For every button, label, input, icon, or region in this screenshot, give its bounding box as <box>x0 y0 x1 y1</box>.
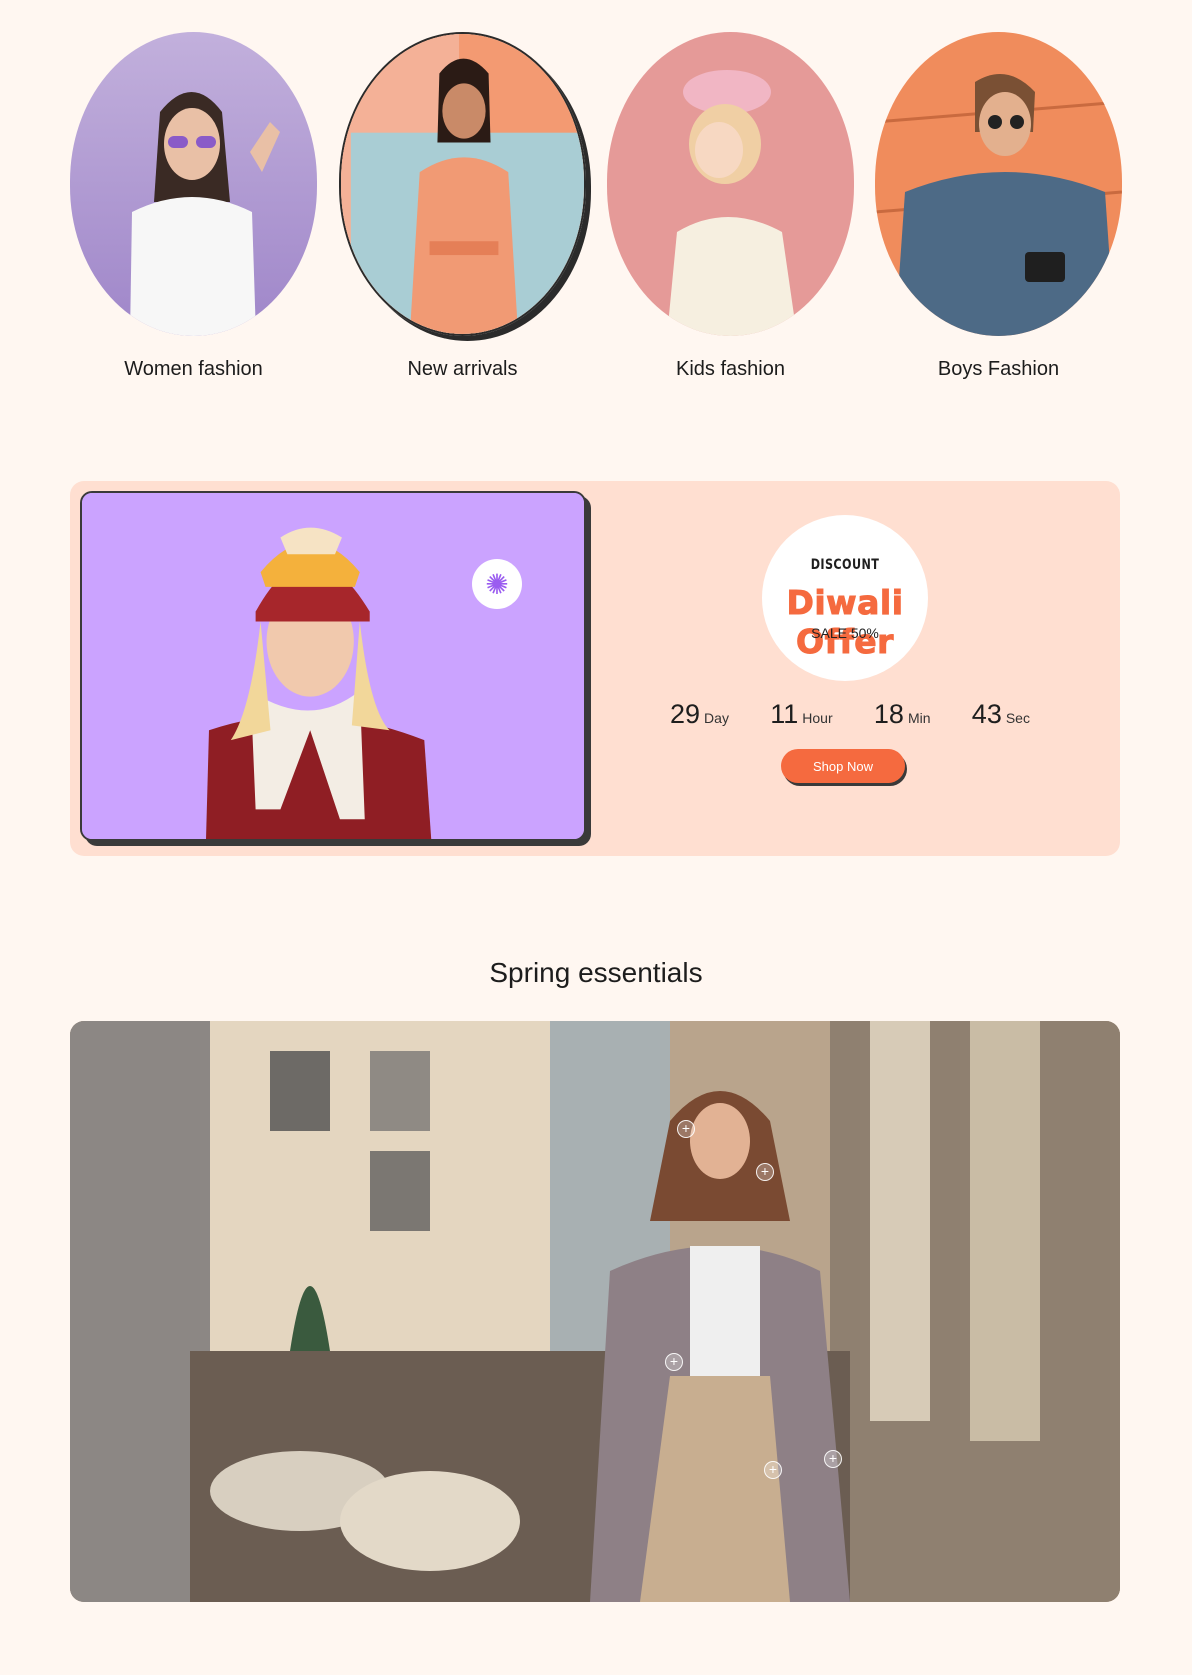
offer-title: Diwali Offer <box>786 583 904 662</box>
offer-banner: ✺ DISCOUNT Diwali Offer SALE 50% 29 Day 1… <box>70 481 1120 856</box>
discount-badge: DISCOUNT Diwali Offer SALE 50% <box>762 515 928 681</box>
sparkle-icon: ✺ <box>472 559 522 609</box>
countdown-min: 18 Min <box>874 699 931 730</box>
category-label[interactable]: Kids fashion <box>607 358 854 381</box>
page: Women fashion New arrivals Kids fashion … <box>0 0 1192 1675</box>
countdown-unit: Day <box>704 710 729 726</box>
category-label[interactable]: Women fashion <box>70 358 317 381</box>
offer-model-photo[interactable]: ✺ <box>80 491 586 841</box>
section-title: Spring essentials <box>489 957 703 988</box>
countdown-value: 29 <box>670 699 701 729</box>
countdown-unit: Hour <box>802 710 833 726</box>
countdown-unit: Min <box>907 710 931 726</box>
badge-label: DISCOUNT <box>810 557 880 573</box>
hotspot-plus-icon[interactable]: + <box>824 1450 842 1468</box>
category-label[interactable]: Boys Fashion <box>875 358 1122 381</box>
spring-hero-photo[interactable]: + + + + + <box>70 1021 1120 1602</box>
hotspot-plus-icon[interactable]: + <box>677 1120 695 1138</box>
countdown-sec: 43 Sec <box>972 699 1030 730</box>
countdown-timer: 29 Day 11 Hour 18 Min 43 Sec <box>670 699 1030 730</box>
women-fashion-photo[interactable] <box>70 32 317 336</box>
hotspot-plus-icon[interactable]: + <box>665 1353 683 1371</box>
category-card-kids[interactable]: Kids fashion <box>607 32 854 381</box>
countdown-value: 43 <box>971 699 1002 729</box>
countdown-value: 11 <box>770 699 799 729</box>
countdown-value: 18 <box>873 699 904 729</box>
category-label[interactable]: New arrivals <box>339 358 586 381</box>
category-card-new-arrivals[interactable]: New arrivals <box>339 32 586 381</box>
category-card-boys[interactable]: Boys Fashion <box>875 32 1122 381</box>
hotspot-plus-icon[interactable]: + <box>756 1163 774 1181</box>
shop-now-button[interactable]: Shop Now <box>781 749 905 783</box>
countdown-hour: 11 Hour <box>770 699 832 730</box>
countdown-unit: Sec <box>1005 710 1030 726</box>
new-arrivals-photo[interactable] <box>339 32 586 336</box>
sale-text: SALE 50% <box>811 625 879 641</box>
hotspot-plus-icon[interactable]: + <box>764 1461 782 1479</box>
category-card-women[interactable]: Women fashion <box>70 32 317 381</box>
countdown-day: 29 Day <box>670 699 729 730</box>
kids-fashion-photo[interactable] <box>607 32 854 336</box>
boys-fashion-photo[interactable] <box>875 32 1122 336</box>
